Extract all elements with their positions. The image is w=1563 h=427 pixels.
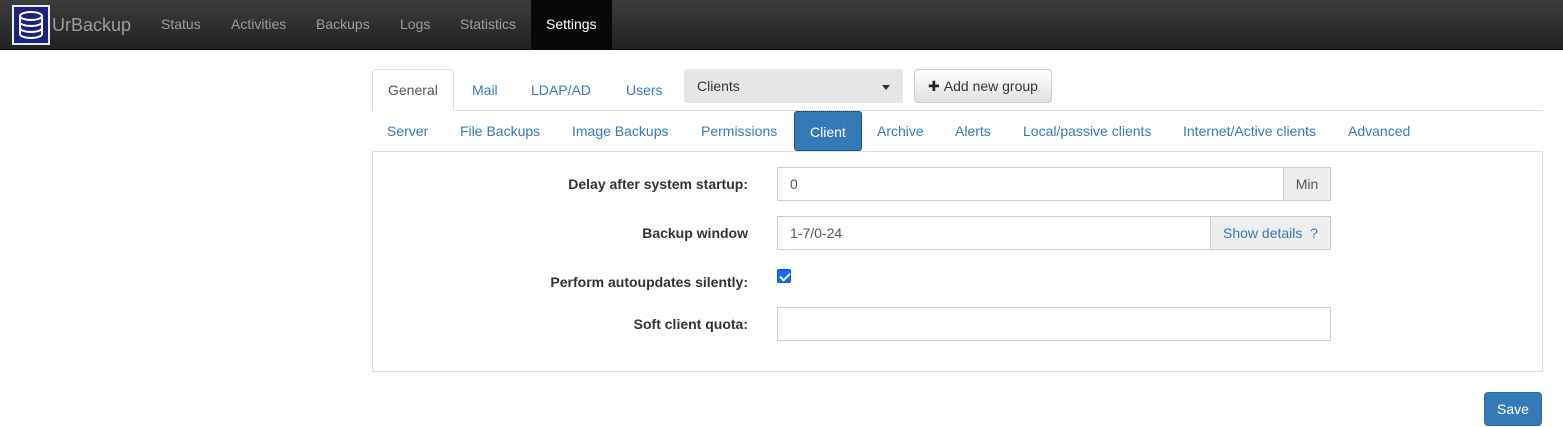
subtab-advanced[interactable]: Advanced [1333, 111, 1425, 151]
plus-icon: ✚ [928, 78, 940, 94]
subtab-server[interactable]: Server [372, 111, 443, 151]
subtab-alerts[interactable]: Alerts [940, 111, 1006, 151]
nav-backups[interactable]: Backups [301, 0, 385, 50]
subtab-file-backups[interactable]: File Backups [445, 111, 555, 151]
tab-general[interactable]: General [372, 69, 454, 111]
tab-mail[interactable]: Mail [457, 69, 513, 111]
subtab-client[interactable]: Client [794, 111, 862, 151]
subtab-internet-active-clients[interactable]: Internet/Active clients [1168, 111, 1331, 151]
nav-status[interactable]: Status [146, 0, 216, 50]
brand[interactable]: UrBackup [12, 5, 131, 45]
subtab-image-backups[interactable]: Image Backups [557, 111, 684, 151]
add-group-button[interactable]: ✚ Add new group [914, 69, 1052, 103]
nav-settings[interactable]: Settings [531, 0, 612, 50]
brand-name: UrBackup [52, 14, 132, 35]
group-select-value: Clients [697, 78, 740, 94]
delay-unit: Min [1283, 167, 1331, 201]
nav-activities[interactable]: Activities [216, 0, 301, 50]
delay-input[interactable]: 0 [777, 167, 1284, 201]
save-button[interactable]: Save [1484, 392, 1542, 426]
urbackup-logo-icon [12, 5, 50, 45]
autoupdate-checkbox[interactable] [777, 269, 791, 283]
subtab-archive[interactable]: Archive [862, 111, 939, 151]
add-group-label: Add new group [943, 78, 1038, 94]
subtab-local-passive-clients[interactable]: Local/passive clients [1008, 111, 1166, 151]
top-navbar: UrBackup Status Activities Backups Logs … [0, 0, 1563, 50]
tab-users[interactable]: Users [611, 69, 678, 111]
soft-quota-label: Soft client quota: [633, 316, 748, 332]
subtab-permissions[interactable]: Permissions [686, 111, 792, 151]
autoupdate-label: Perform autoupdates silently: [550, 274, 748, 290]
soft-quota-input[interactable] [777, 307, 1331, 341]
group-select[interactable]: Clients [684, 69, 903, 103]
caret-down-icon [882, 85, 890, 90]
backup-window-input[interactable]: 1-7/0-24 [777, 216, 1211, 250]
show-details-button[interactable]: Show details ? [1210, 216, 1331, 250]
nav-statistics[interactable]: Statistics [445, 0, 531, 50]
nav-logs[interactable]: Logs [385, 0, 445, 50]
delay-label: Delay after system startup: [568, 176, 748, 192]
tab-ldap-ad[interactable]: LDAP/AD [516, 69, 606, 111]
backup-window-label: Backup window [642, 225, 748, 241]
